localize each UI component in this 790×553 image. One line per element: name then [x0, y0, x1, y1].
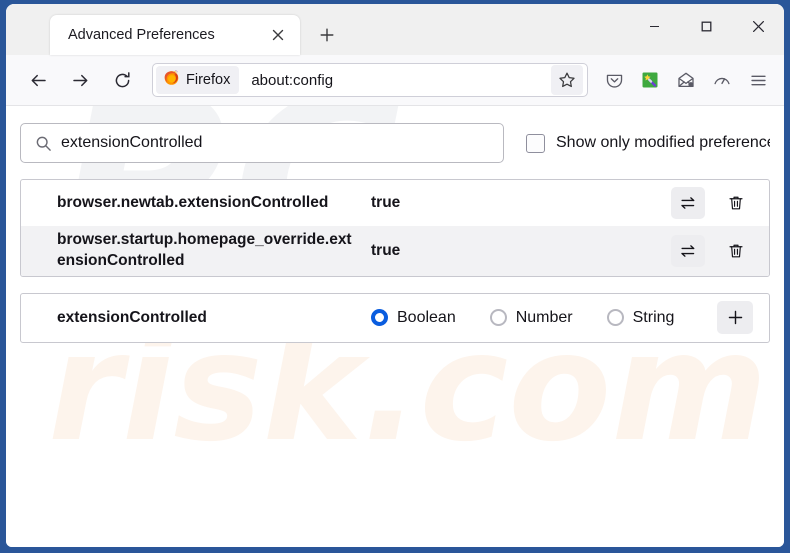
reload-icon[interactable]: [104, 62, 140, 98]
new-tab-button[interactable]: [310, 18, 344, 52]
identity-chip[interactable]: Firefox: [156, 66, 240, 94]
maximize-icon[interactable]: [680, 4, 732, 48]
screenshot-frame: Advanced Preferences Firefox about:confi…: [0, 0, 790, 553]
identity-label: Firefox: [186, 72, 231, 88]
hamburger-menu-icon[interactable]: [740, 62, 776, 98]
show-modified-checkbox[interactable]: [526, 133, 545, 153]
speedometer-icon[interactable]: [704, 62, 740, 98]
radio-number-indicator[interactable]: [489, 309, 507, 327]
pref-value: true: [371, 241, 401, 259]
mail-icon[interactable]: [668, 62, 704, 98]
trash-icon[interactable]: [719, 235, 753, 267]
pref-name: browser.startup.homepage_override.extens…: [57, 231, 352, 269]
navigation-toolbar: Firefox about:config: [6, 55, 784, 106]
firefox-logo-icon: [163, 69, 180, 91]
tab-title: Advanced Preferences: [68, 27, 215, 43]
table-row[interactable]: browser.newtab.extensionControlled true: [21, 180, 769, 226]
tab-advanced-preferences[interactable]: Advanced Preferences: [50, 15, 300, 55]
trash-icon[interactable]: [719, 187, 753, 219]
star-icon[interactable]: [551, 65, 583, 95]
search-icon: [35, 135, 52, 152]
close-icon[interactable]: [264, 21, 292, 49]
add-preference-row: extensionControlled Boolean Number Strin…: [20, 292, 770, 343]
back-arrow-icon[interactable]: [20, 62, 56, 98]
radio-boolean[interactable]: Boolean: [371, 309, 456, 327]
new-pref-type-options: Boolean Number String: [357, 309, 717, 327]
url-bar[interactable]: Firefox about:config: [152, 63, 588, 97]
browser-window: Advanced Preferences Firefox about:confi…: [6, 4, 784, 547]
search-row: extensionControlled Show only modified p…: [20, 122, 770, 164]
radio-number-label: Number: [515, 308, 573, 326]
toggle-swap-icon[interactable]: [671, 187, 705, 219]
search-input[interactable]: extensionControlled: [20, 123, 504, 163]
url-text: about:config: [251, 71, 334, 89]
pocket-icon[interactable]: [596, 62, 632, 98]
preferences-table: browser.newtab.extensionControlled true: [20, 179, 770, 277]
radio-string-label: String: [632, 308, 675, 326]
toggle-swap-icon[interactable]: [671, 234, 705, 267]
table-row[interactable]: browser.startup.homepage_override.extens…: [21, 226, 769, 276]
about-config-page: PC risk.com extensionControlled: [6, 106, 784, 547]
row-actions: [671, 187, 753, 219]
radio-boolean-indicator[interactable]: [371, 309, 388, 327]
close-window-icon[interactable]: [732, 4, 784, 48]
forward-arrow-icon[interactable]: [62, 62, 98, 98]
radio-number[interactable]: Number: [489, 308, 573, 327]
pref-value: true: [371, 194, 401, 211]
show-modified-label: Show only modified preferences: [556, 134, 770, 151]
tabs-area: Advanced Preferences: [6, 4, 344, 55]
row-actions: [671, 234, 753, 267]
tab-strip: Advanced Preferences: [6, 4, 784, 55]
radio-boolean-label: Boolean: [397, 308, 456, 326]
page-inner: extensionControlled Show only modified p…: [6, 106, 784, 343]
show-modified-filter[interactable]: Show only modified preferences: [526, 133, 770, 153]
search-value: extensionControlled: [61, 134, 203, 151]
extension-magic-wand-icon[interactable]: [632, 62, 668, 98]
minimize-icon[interactable]: [628, 4, 680, 48]
window-controls: [628, 4, 784, 48]
radio-string[interactable]: String: [606, 308, 675, 327]
pref-name: browser.newtab.extensionControlled: [57, 193, 329, 211]
radio-string-indicator[interactable]: [606, 309, 624, 327]
add-preference-button[interactable]: [717, 301, 753, 335]
new-pref-name: extensionControlled: [57, 308, 207, 326]
